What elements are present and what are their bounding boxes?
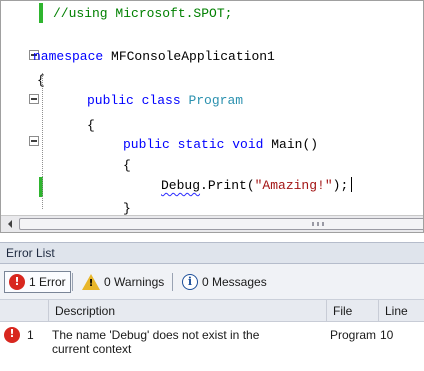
toolbar-separator: [172, 273, 173, 291]
warnings-filter-button[interactable]: ! 0 Warnings: [78, 271, 168, 293]
column-header-line[interactable]: Line: [378, 300, 424, 322]
scrollbar-grip-icon: [312, 222, 324, 226]
error-icon: !: [4, 327, 20, 343]
code-token: "Amazing!": [254, 178, 333, 193]
messages-filter-label: 0 Messages: [202, 275, 267, 289]
column-header-description[interactable]: Description: [48, 300, 326, 322]
code-token: );: [332, 178, 349, 193]
error-list-header: Error List: [0, 242, 424, 264]
error-list-title: Error List: [6, 246, 55, 260]
code-line[interactable]: namespace MFConsoleApplication1: [33, 47, 275, 67]
error-icon: !: [9, 274, 25, 290]
column-header-blank[interactable]: [0, 300, 48, 322]
error-filter-toolbar: ! 1 Error ! 0 Warnings i 0 Messages: [0, 264, 424, 300]
error-squiggle-token: Debug: [161, 178, 201, 193]
code-line[interactable]: //using Microsoft.SPOT;: [53, 4, 232, 24]
collapse-method-icon[interactable]: [29, 136, 39, 146]
warnings-filter-label: 0 Warnings: [104, 275, 165, 289]
info-icon: i: [182, 274, 198, 290]
code-token: public class: [87, 93, 181, 108]
horizontal-scrollbar[interactable]: [1, 215, 423, 232]
toolbar-separator: [72, 273, 73, 291]
code-token: {: [123, 158, 131, 173]
code-line[interactable]: public class Program: [87, 91, 243, 111]
code-token: .Print(: [200, 178, 255, 193]
code-line[interactable]: public static void Main(): [123, 135, 318, 155]
change-marker-bar: [39, 3, 43, 23]
code-editor[interactable]: //using Microsoft.SPOT; namespace MFConso…: [0, 0, 424, 233]
errors-filter-button[interactable]: ! 1 Error: [4, 271, 71, 293]
editor-gutter: [1, 1, 35, 213]
code-token: namespace: [33, 49, 104, 64]
error-description-line2: current context: [52, 342, 132, 356]
outline-fold-line: [42, 73, 43, 209]
code-token: //using Microsoft.SPOT;: [53, 6, 233, 21]
code-token: MFConsoleApplication1: [103, 49, 275, 64]
code-line[interactable]: {: [87, 116, 95, 136]
error-file: Program: [330, 328, 377, 342]
messages-filter-button[interactable]: i 0 Messages: [178, 271, 271, 293]
error-description-line1: The name 'Debug' does not exist in the: [52, 328, 260, 342]
warning-icon: !: [82, 274, 100, 290]
error-number: 1: [27, 328, 34, 342]
errors-filter-label: 1 Error: [29, 275, 66, 289]
error-list-panel: Error List ! 1 Error ! 0 Warnings i 0 Me…: [0, 242, 424, 371]
code-line[interactable]: {: [37, 71, 45, 91]
error-table-header: Description File Line: [0, 300, 424, 322]
code-line[interactable]: Debug.Print("Amazing!");: [161, 176, 353, 196]
code-token: }: [123, 201, 131, 216]
code-line[interactable]: {: [123, 156, 131, 176]
code-token: Program: [188, 93, 244, 108]
code-token: {: [37, 73, 45, 88]
scrollbar-thumb[interactable]: [19, 218, 423, 230]
table-row[interactable]: ! 1 The name 'Debug' does not exist in t…: [0, 323, 424, 369]
code-token: {: [87, 118, 95, 133]
error-line: 10: [380, 328, 394, 342]
code-token: public static void: [123, 137, 264, 152]
arrow-left-icon[interactable]: [3, 217, 17, 231]
collapse-class-icon[interactable]: [29, 94, 39, 104]
column-header-file[interactable]: File: [326, 300, 378, 322]
code-token: Main(): [263, 137, 319, 152]
text-caret: [351, 177, 353, 192]
